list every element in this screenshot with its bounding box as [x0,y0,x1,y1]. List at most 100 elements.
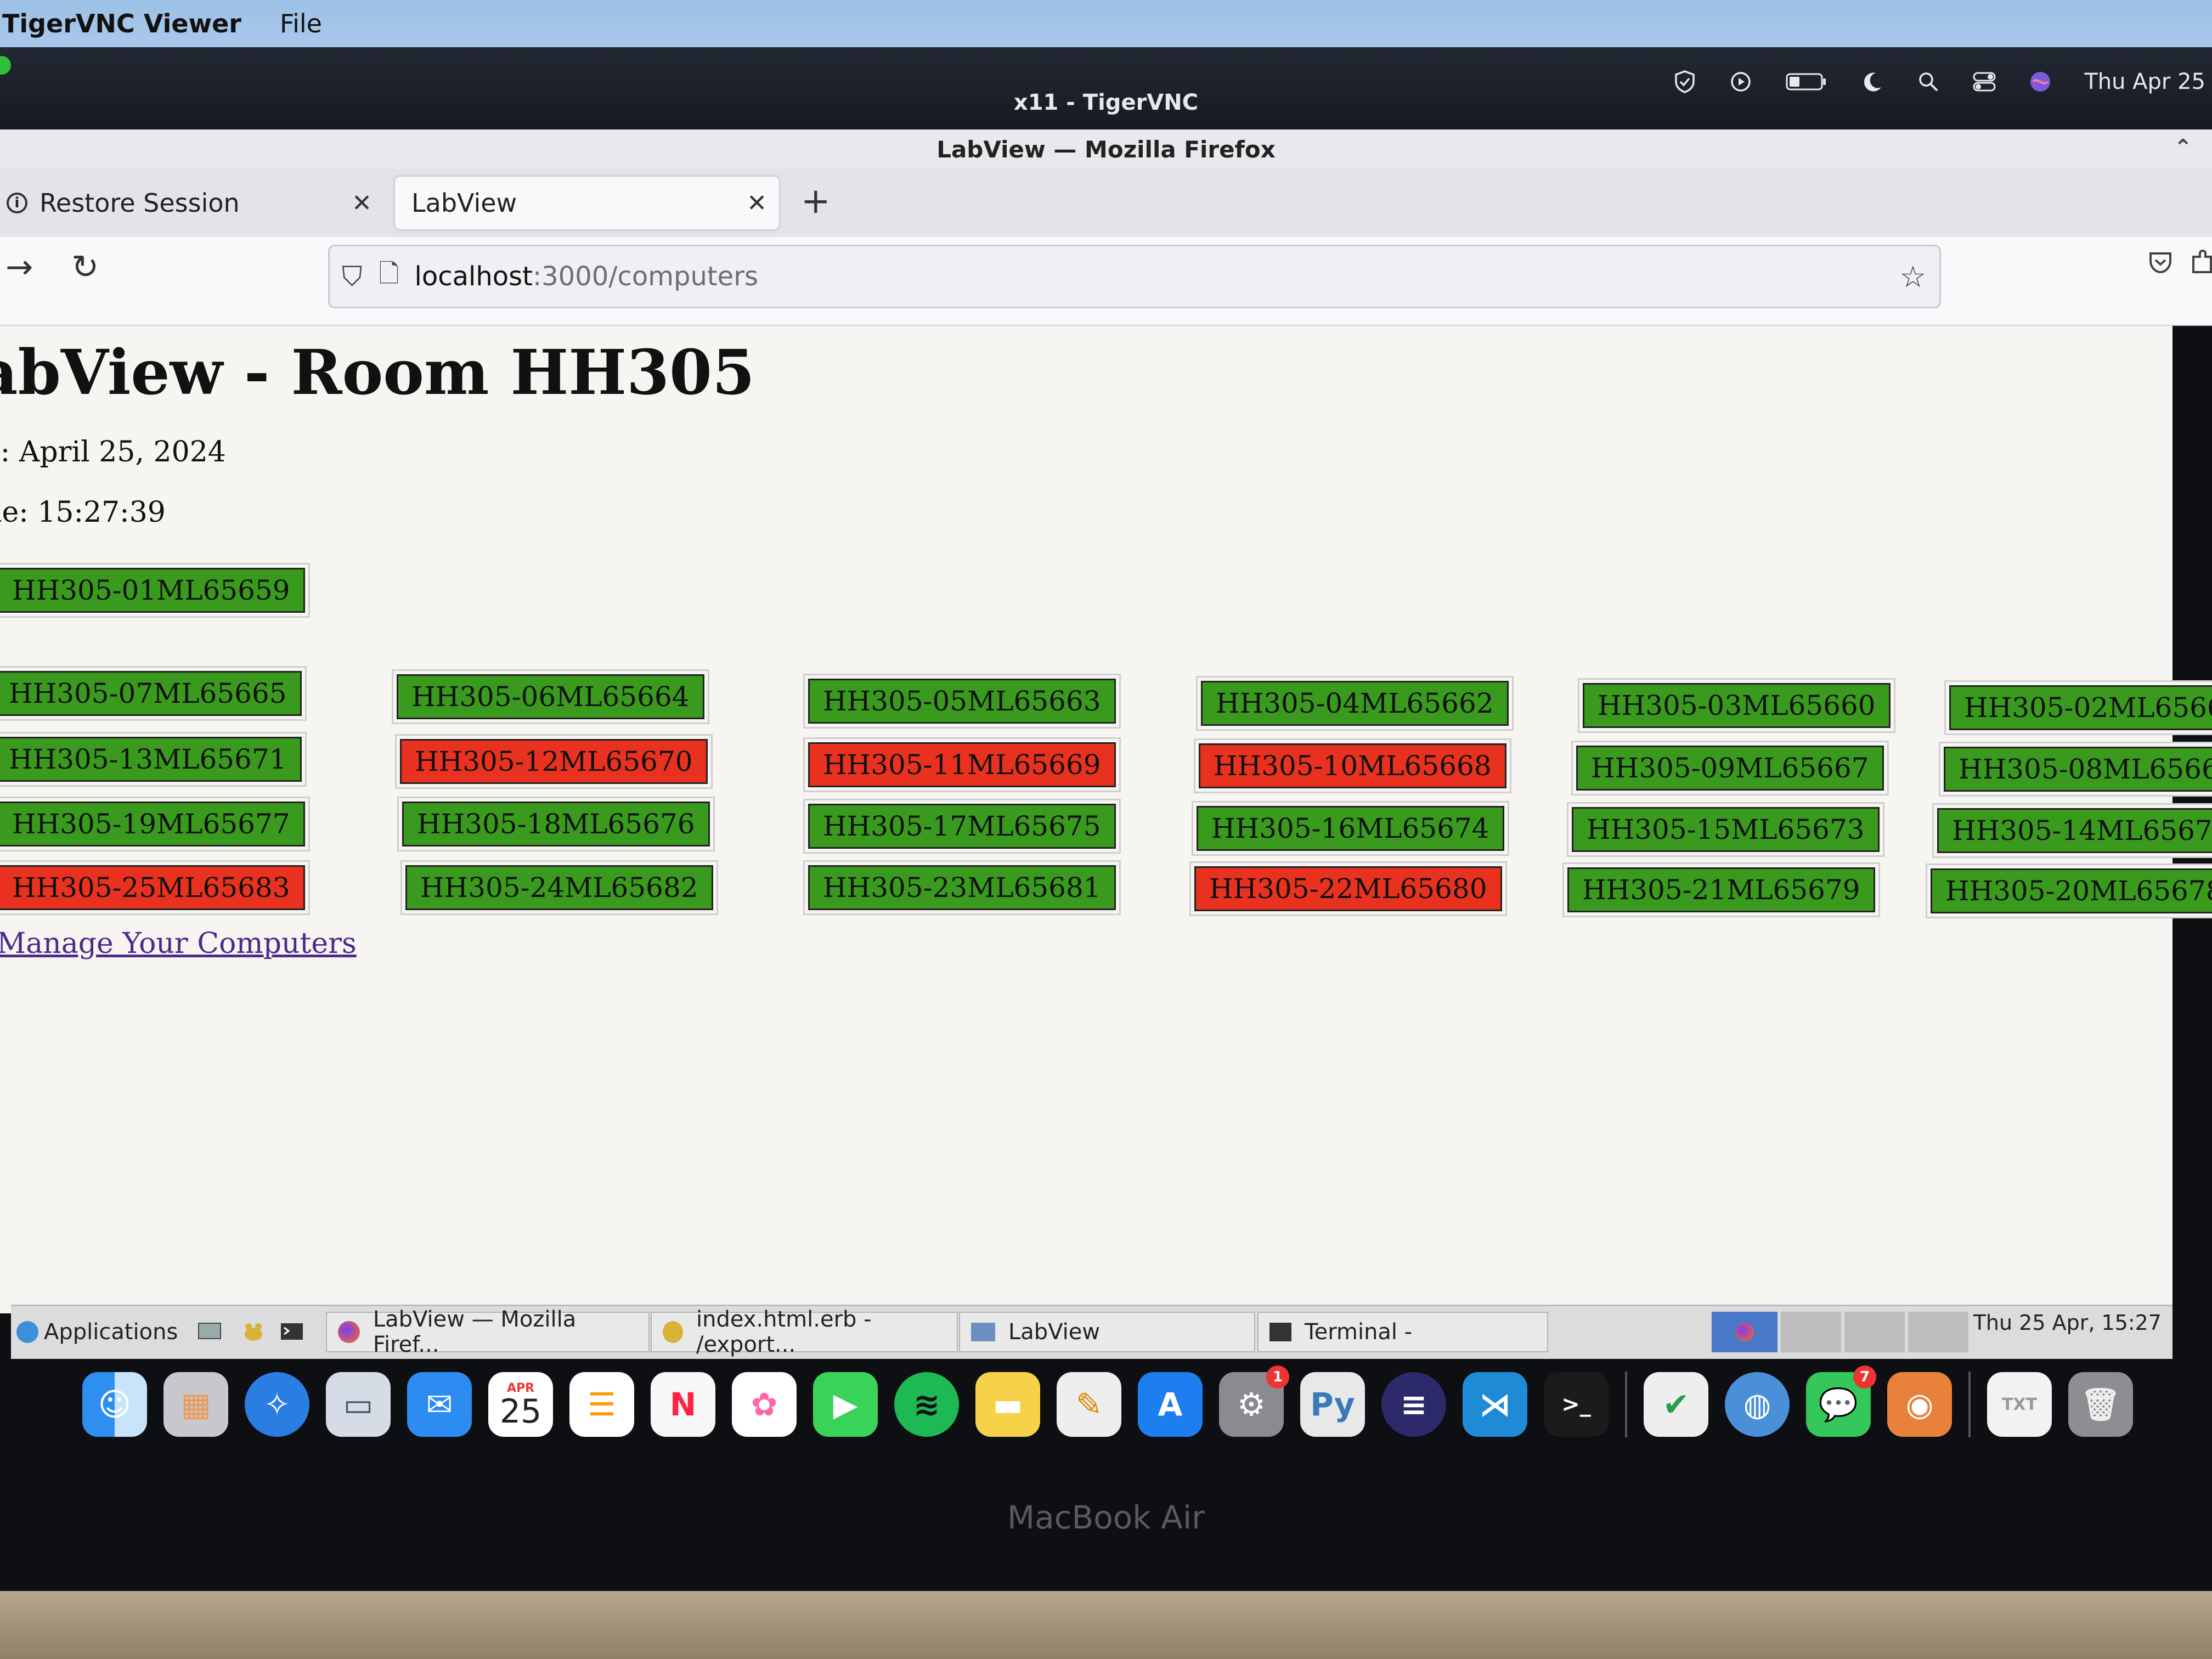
extensions-icon[interactable] [2190,249,2212,283]
computer-cell: HH305-24ML65682 [400,860,718,915]
computer-badge[interactable]: HH305-19ML65677 [0,802,305,847]
computer-badge[interactable]: HH305-25ML65683 [0,865,305,910]
computer-badge[interactable]: HH305-03ML65660 [1583,683,1891,728]
menubar-file-menu[interactable]: File [280,9,322,38]
photos-icon[interactable]: ✿ [732,1372,797,1437]
computer-badge[interactable]: HH305-15ML65673 [1572,807,1880,852]
computer-cell: HH305-25ML65683 [0,860,310,915]
tracking-shield-icon[interactable]: ⛉ [342,261,363,293]
computer-badge[interactable]: HH305-04ML65662 [1201,681,1509,726]
mac-menubar: TigerVNC Viewer File [0,0,2212,47]
reload-icon[interactable]: ↻ [71,248,99,286]
launchpad-icon[interactable]: ▦ [163,1372,228,1437]
close-icon[interactable]: ✕ [747,189,767,217]
computer-badge[interactable]: HH305-22ML65680 [1194,866,1502,911]
panel-clock[interactable]: Thu 25 Apr, 15:27 [1973,1311,2162,1335]
computer-cell: HH305-02ML65661 [1944,680,2212,735]
computer-badge[interactable]: HH305-13ML65671 [0,737,302,782]
notes-icon[interactable]: ▬ [975,1372,1040,1437]
tab-labview[interactable]: LabView ✕ [395,177,779,229]
computer-badge[interactable]: HH305-12ML65670 [400,739,708,784]
python-icon[interactable]: Py [1300,1372,1365,1437]
forward-arrow-icon[interactable]: → [5,248,33,286]
url-path: :3000/computers [532,261,758,292]
adguard-icon[interactable]: ✔ [1644,1372,1708,1437]
computer-cell: HH305-15ML65673 [1567,802,1884,857]
reminders-icon[interactable]: ☰ [569,1372,634,1437]
safari-icon[interactable]: ✧ [245,1372,309,1437]
tab-restore-session[interactable]: i Restore Session ✕ [0,177,384,229]
computer-badge[interactable]: HH305-20ML65678 [1931,868,2212,913]
dock-separator [1625,1372,1627,1437]
settings-badge: 1 [1266,1365,1289,1389]
trash-icon[interactable]: 🗑 [2068,1372,2133,1437]
date-line: e: April 25, 2024 [0,436,226,469]
messages-icon[interactable]: 💬 7 [1806,1365,1876,1437]
computer-badge[interactable]: HH305-02ML65661 [1949,685,2212,730]
url-bar[interactable]: ⛉ 🗋 localhost:3000/computers ☆ [328,245,1941,308]
close-icon[interactable]: ✕ [352,189,372,217]
applications-icon [16,1321,38,1343]
network-icon[interactable]: ◍ [1725,1372,1790,1437]
computer-badge[interactable]: HH305-23ML65681 [808,865,1116,910]
tab-label: Restore Session [40,188,240,218]
computer-cell: HH305-01ML65659 [0,563,310,618]
computer-cell: HH305-06ML65664 [392,669,709,724]
computer-cell: HH305-21ML65679 [1562,862,1880,917]
computer-cell: HH305-03ML65660 [1578,678,1895,733]
tab-label: LabView [411,188,517,218]
vnc-window-bar: Thu Apr 25 x11 - TigerVNC [0,47,2212,129]
manage-computers-link[interactable]: Manage Your Computers [0,927,357,960]
pocket-icon[interactable] [2147,249,2174,283]
computer-badge[interactable]: HH305-24ML65682 [405,865,713,910]
eclipse-icon[interactable]: ≡ [1381,1372,1446,1437]
system-settings-icon[interactable]: ⚙ 1 [1219,1365,1289,1437]
tigervnc-icon[interactable]: ◉ [1887,1372,1952,1437]
computer-badge[interactable]: HH305-08ML65666 [1944,747,2212,792]
firefox-window-title: LabView — Mozilla Firefox [936,136,1276,163]
firefox-title-bar: LabView — Mozilla Firefox ⌃ [0,129,2212,169]
computer-badge[interactable]: HH305-01ML65659 [0,568,305,613]
txt-file-icon[interactable]: TXT [1987,1372,2052,1437]
computer-cell: HH305-09ML65667 [1571,741,1889,795]
computer-badge[interactable]: HH305-09ML65667 [1576,746,1884,791]
computer-cell: HH305-13ML65671 [0,732,307,787]
new-tab-button[interactable]: + [801,181,831,222]
info-icon: i [7,193,27,213]
computer-badge[interactable]: HH305-16ML65674 [1197,806,1504,851]
app-store-icon[interactable]: A [1138,1372,1203,1437]
computer-cell: HH305-18ML65676 [397,797,715,851]
vscode-icon[interactable]: ⋊ [1463,1372,1527,1437]
terminal-dock-icon[interactable]: >_ [1544,1372,1609,1437]
dock-separator [1968,1372,1971,1437]
computer-badge[interactable]: HH305-07ML65665 [0,671,302,716]
mail-icon[interactable]: ✉ [407,1372,472,1437]
page-info-icon[interactable]: 🗋 [379,255,399,298]
computer-cell: HH305-14ML65672 [1932,803,2212,858]
computer-badge[interactable]: HH305-18ML65676 [402,802,710,847]
calendar-icon[interactable]: APR 25 [488,1372,553,1437]
window-zoom-button[interactable] [0,56,11,75]
finder-icon[interactable]: ☺ [82,1372,147,1437]
computer-badge[interactable]: HH305-11ML65669 [808,742,1116,787]
spotify-icon[interactable]: ≋ [894,1372,959,1437]
computer-badge[interactable]: HH305-05ML65663 [808,679,1116,724]
computer-cell: HH305-05ML65663 [803,674,1121,729]
computer-badge[interactable]: HH305-17ML65675 [808,804,1116,849]
bookmark-star-icon[interactable]: ☆ [1900,259,1926,294]
computer-badge[interactable]: HH305-14ML65672 [1937,808,2212,853]
preview-icon[interactable]: ▭ [326,1372,391,1437]
computer-cell: HH305-22ML65680 [1189,861,1507,916]
news-icon[interactable]: N [651,1372,715,1437]
computer-cell: HH305-04ML65662 [1196,676,1514,731]
computer-badge[interactable]: HH305-21ML65679 [1567,867,1875,912]
computer-badge[interactable]: HH305-06ML65664 [397,674,704,719]
chevron-up-icon[interactable]: ⌃ [2174,135,2192,160]
computer-cell: HH305-12ML65670 [395,734,713,789]
script-editor-icon[interactable]: ✎ [1057,1372,1121,1437]
page-content: abView - Room HH305 e: April 25, 2024 ne… [0,326,2212,1313]
computer-cell: HH305-07ML65665 [0,666,307,721]
computer-badge[interactable]: HH305-10ML65668 [1199,743,1506,788]
facetime-icon[interactable]: ▶ [813,1372,878,1437]
menubar-app-name[interactable]: TigerVNC Viewer [2,9,241,38]
